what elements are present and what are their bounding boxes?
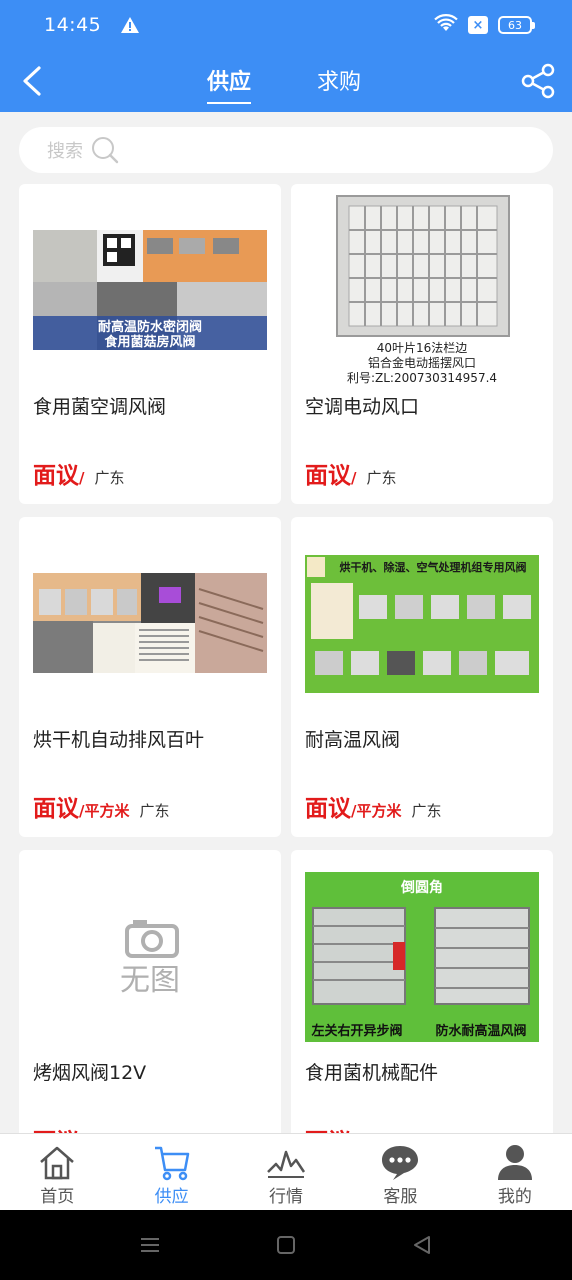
product-image: 40叶片16法栏边 铝合金电动摇摆风口 利号:ZL:200730314957.4 [305, 194, 539, 390]
search-placeholder: 搜索 [47, 141, 83, 162]
back-icon[interactable] [14, 63, 50, 99]
tab-service[interactable]: 客服 [343, 1134, 457, 1210]
system-nav-bar [0, 1210, 572, 1280]
product-card[interactable]: 耐高温防水密闭阀 食用菌菇房风阀 食用菌空调风阀 面议 / 广东 [19, 184, 281, 504]
image-caption: 40叶片16法栏边 [377, 340, 468, 355]
product-unit: /平方米 [351, 802, 402, 820]
price-row: 面议 /平方米 广东 [305, 789, 442, 823]
product-unit: / [351, 469, 357, 487]
product-card[interactable]: 40叶片16法栏边 铝合金电动摇摆风口 利号:ZL:200730314957.4… [291, 184, 553, 504]
price-row: 面议 / 广东 [33, 456, 125, 490]
product-title: 耐高温风阀 [305, 729, 401, 751]
wifi-icon [434, 14, 458, 36]
search-icon [91, 136, 119, 164]
tab-label: 我的 [497, 1187, 532, 1207]
battery-icon: 63 [498, 16, 535, 34]
tab-supply-bottom[interactable]: 供应 [114, 1134, 228, 1210]
product-image [33, 573, 267, 673]
product-region: 广东 [411, 802, 442, 820]
product-region: 广东 [366, 469, 397, 487]
share-icon[interactable] [520, 63, 556, 99]
image-caption: 防水耐高温风阀 [435, 1023, 526, 1039]
product-card[interactable]: 烘干机自动排风百叶 面议 /平方米 广东 [19, 517, 281, 837]
home-square-icon[interactable] [274, 1233, 298, 1257]
product-price: 面议 [305, 463, 351, 489]
search-bar[interactable]: 搜索 [19, 127, 553, 173]
product-image: 烘干机、除湿、空气处理机组专用风阀 [305, 555, 539, 693]
product-region: 广东 [94, 469, 125, 487]
product-title: 空调电动风口 [305, 396, 420, 418]
product-region: 广东 [139, 802, 170, 820]
nav-bar: 供应 求购 [0, 50, 572, 112]
cart-icon [154, 1146, 189, 1181]
product-price: 面议 [33, 796, 79, 822]
product-image: 耐高温防水密闭阀 食用菌菇房风阀 [33, 230, 267, 350]
bottom-tab-bar: 首页 供应 行情 客服 我的 [0, 1133, 572, 1210]
no-image-placeholder: 无图 [33, 870, 267, 1040]
user-icon [497, 1145, 532, 1180]
image-caption: 无图 [120, 963, 180, 998]
warning-icon [121, 16, 140, 34]
image-caption: 左关右开异步阀 [311, 1023, 402, 1039]
tab-market[interactable]: 行情 [229, 1134, 343, 1210]
product-price: 面议 [33, 463, 79, 489]
tab-mine[interactable]: 我的 [458, 1134, 572, 1210]
product-card[interactable]: 无图 烤烟风阀12V 面议 [19, 850, 281, 1170]
status-time: 14:45 [44, 14, 102, 36]
price-row: 面议 / 广东 [305, 456, 397, 490]
chart-icon [267, 1150, 306, 1178]
product-image: 倒圆角 左关右开异步阀 防水耐高温风阀 [305, 872, 539, 1042]
image-caption: 铝合金电动摇摆风口 [368, 355, 476, 370]
tab-label: 首页 [40, 1187, 75, 1207]
product-unit: /平方米 [79, 802, 130, 820]
image-caption: 食用菌菇房风阀 [104, 334, 195, 350]
tab-label: 供应 [154, 1187, 189, 1207]
product-card[interactable]: 烘干机、除湿、空气处理机组专用风阀 耐高温风阀 面议 /平方米 广东 [291, 517, 553, 837]
sim-icon: × [468, 16, 488, 34]
tab-label: 客服 [383, 1187, 418, 1207]
product-unit: / [79, 469, 85, 487]
tab-buy[interactable]: 求购 [317, 64, 361, 96]
home-icon [40, 1146, 75, 1180]
product-title: 食用菌空调风阀 [33, 396, 167, 418]
image-caption: 耐高温防水密闭阀 [98, 319, 202, 335]
image-caption: 倒圆角 [400, 879, 443, 896]
price-row: 面议 /平方米 广东 [33, 789, 170, 823]
image-caption: 烘干机、除湿、空气处理机组专用风阀 [340, 560, 527, 574]
back-triangle-icon[interactable] [410, 1233, 434, 1257]
tab-home[interactable]: 首页 [0, 1134, 114, 1210]
product-title: 烘干机自动排风百叶 [33, 729, 205, 751]
product-card[interactable]: 倒圆角 左关右开异步阀 防水耐高温风阀 食用菌机械配件 面议 [291, 850, 553, 1170]
status-bar: 14:45 × 63 [0, 0, 572, 50]
tab-label: 行情 [269, 1187, 304, 1207]
product-title: 烤烟风阀12V [33, 1062, 147, 1084]
product-price: 面议 [305, 796, 351, 822]
chat-icon [382, 1146, 419, 1180]
tab-supply[interactable]: 供应 [207, 64, 252, 104]
product-title: 食用菌机械配件 [305, 1062, 439, 1084]
image-caption: 利号:ZL:200730314957.4 [347, 371, 497, 385]
menu-icon[interactable] [138, 1233, 162, 1257]
